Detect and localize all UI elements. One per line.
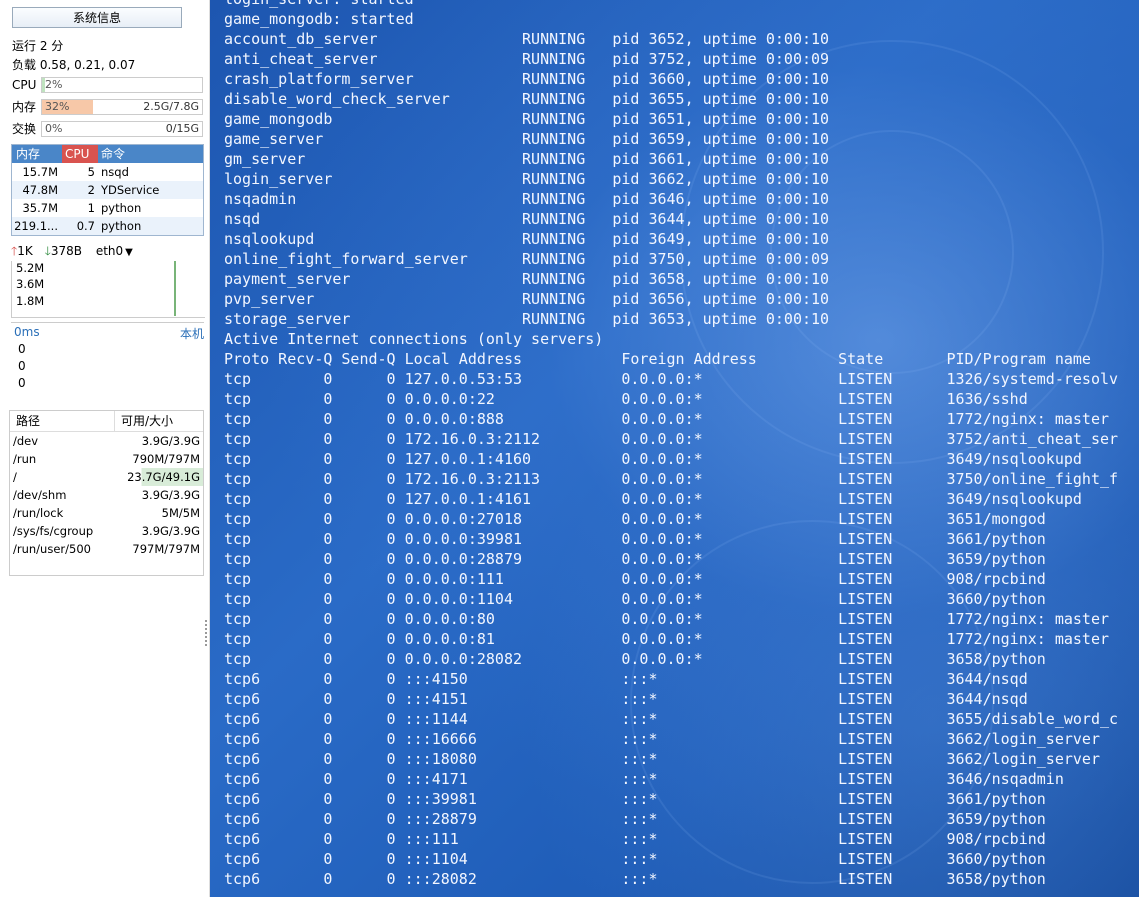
ping-value: 0 bbox=[18, 342, 26, 356]
network-header: 🡑1K 🡓378B eth0 ▼ bbox=[11, 243, 133, 259]
network-tick-label: 3.6M bbox=[16, 277, 45, 291]
uptime-text: 运行 2 分 bbox=[12, 39, 64, 53]
disk-path: /sys/fs/cgroup bbox=[13, 524, 94, 538]
cpu-label: CPU bbox=[12, 78, 37, 92]
column-memory[interactable]: 内存 bbox=[12, 145, 62, 163]
process-row[interactable]: 219.1... 0.7 python bbox=[12, 217, 203, 235]
ping-host[interactable]: 本机 bbox=[180, 325, 204, 342]
process-cpu: 0.7 bbox=[76, 219, 95, 233]
process-cpu: 2 bbox=[87, 183, 95, 197]
disk-row[interactable]: /run/lock 5M/5M bbox=[10, 504, 203, 522]
process-command: python bbox=[101, 219, 142, 233]
ping-value: 0 bbox=[18, 376, 26, 390]
swap-value: 0/15G bbox=[165, 122, 199, 135]
disk-row[interactable]: /dev 3.9G/3.9G bbox=[10, 432, 203, 450]
process-row[interactable]: 15.7M 5 nsqd bbox=[12, 163, 203, 181]
system-info-sidebar: 系统信息 运行 2 分 负载 0.58, 0.21, 0.07 CPU 2% 内… bbox=[0, 0, 210, 897]
disk-size: 3.9G/3.9G bbox=[141, 488, 200, 502]
network-traffic-spike bbox=[174, 261, 176, 316]
disk-path: /run bbox=[13, 452, 37, 466]
process-rows: 15.7M 5 nsqd 47.8M 2 YDService 35.7M 1 p… bbox=[12, 163, 203, 235]
memory-meter: 内存 32% 2.5G/7.8G bbox=[12, 99, 203, 115]
disk-row[interactable]: /sys/fs/cgroup 3.9G/3.9G bbox=[10, 522, 203, 540]
system-info-button[interactable]: 系统信息 bbox=[12, 7, 182, 28]
disk-size: 3.9G/3.9G bbox=[141, 434, 200, 448]
process-command: python bbox=[101, 201, 142, 215]
disk-size: 23.7G/49.1G bbox=[115, 468, 203, 486]
terminal-text[interactable]: login_server: started game_mongodb: star… bbox=[224, 0, 1118, 889]
disk-path: /run/user/500 bbox=[13, 542, 91, 556]
cpu-percent: 2% bbox=[45, 78, 63, 91]
process-memory: 219.1... bbox=[14, 219, 58, 233]
process-memory: 47.8M bbox=[22, 183, 58, 197]
upload-rate: 1K bbox=[17, 244, 33, 258]
memory-label: 内存 bbox=[12, 100, 37, 114]
disk-path: /dev/shm bbox=[13, 488, 67, 502]
chevron-down-icon: ▼ bbox=[125, 247, 133, 258]
ping-panel: 0ms 本机 0 0 0 bbox=[11, 322, 204, 403]
ping-value: 0 bbox=[18, 359, 26, 373]
ping-latency: 0ms bbox=[14, 325, 40, 339]
cpu-meter: CPU 2% bbox=[12, 77, 203, 93]
process-table: 内存 CPU 命令 15.7M 5 nsqd 47.8M 2 YDService… bbox=[11, 144, 204, 236]
terminal-output[interactable]: login_server: started game_mongodb: star… bbox=[210, 0, 1139, 897]
download-rate: 378B bbox=[50, 244, 82, 258]
interface-name: eth0 bbox=[95, 244, 124, 258]
memory-bar: 32% 2.5G/7.8G bbox=[41, 99, 203, 115]
process-command: nsqd bbox=[101, 165, 129, 179]
disk-table-header: 路径 可用/大小 bbox=[10, 411, 203, 432]
memory-percent: 32% bbox=[45, 100, 70, 113]
disk-size: 797M/797M bbox=[132, 542, 200, 556]
column-path[interactable]: 路径 bbox=[10, 411, 115, 431]
panel-resize-handle[interactable] bbox=[205, 620, 209, 646]
disk-table: 路径 可用/大小 /dev 3.9G/3.9G /run 790M/797M / 23… bbox=[9, 410, 204, 576]
process-command: YDService bbox=[101, 183, 160, 197]
column-command[interactable]: 命令 bbox=[98, 145, 203, 163]
column-available-size[interactable]: 可用/大小 bbox=[115, 411, 203, 431]
swap-label: 交换 bbox=[12, 122, 37, 136]
network-tick-label: 1.8M bbox=[16, 294, 45, 308]
swap-meter: 交换 0% 0/15G bbox=[12, 121, 203, 137]
disk-path: / bbox=[13, 470, 17, 484]
process-table-header: 内存 CPU 命令 bbox=[12, 145, 203, 163]
process-memory: 35.7M bbox=[22, 201, 58, 215]
disk-row[interactable]: /dev/shm 3.9G/3.9G bbox=[10, 486, 203, 504]
interface-selector[interactable]: eth0 ▼ bbox=[96, 244, 133, 258]
process-memory: 15.7M bbox=[22, 165, 58, 179]
process-row[interactable]: 35.7M 1 python bbox=[12, 199, 203, 217]
load-average-text: 负载 0.58, 0.21, 0.07 bbox=[12, 58, 136, 72]
disk-row[interactable]: / 23.7G/49.1G bbox=[10, 468, 203, 486]
network-graph: 5.2M 3.6M 1.8M bbox=[11, 261, 205, 318]
network-panel: 🡑1K 🡓378B eth0 ▼ 5.2M 3.6M 1.8M bbox=[11, 243, 205, 318]
process-cpu: 1 bbox=[87, 201, 95, 215]
column-cpu[interactable]: CPU bbox=[62, 145, 98, 163]
disk-size: 5M/5M bbox=[161, 506, 200, 520]
swap-bar: 0% 0/15G bbox=[41, 121, 203, 137]
process-row[interactable]: 47.8M 2 YDService bbox=[12, 181, 203, 199]
disk-path: /dev bbox=[13, 434, 39, 448]
disk-row[interactable]: /run 790M/797M bbox=[10, 450, 203, 468]
process-cpu: 5 bbox=[87, 165, 95, 179]
swap-percent: 0% bbox=[45, 122, 63, 135]
cpu-bar: 2% bbox=[41, 77, 203, 93]
memory-value: 2.5G/7.8G bbox=[143, 100, 199, 113]
disk-size: 790M/797M bbox=[132, 452, 200, 466]
disk-size: 3.9G/3.9G bbox=[141, 524, 200, 538]
disk-row[interactable]: /run/user/500 797M/797M bbox=[10, 540, 203, 558]
disk-path: /run/lock bbox=[13, 506, 64, 520]
network-tick-label: 5.2M bbox=[16, 261, 45, 275]
